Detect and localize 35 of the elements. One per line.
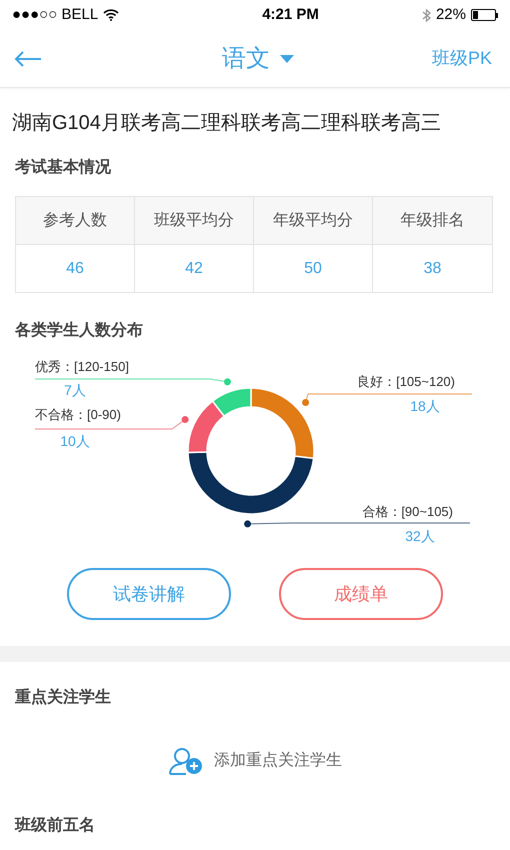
- carrier-text: ●●●○○ BELL: [12, 4, 98, 25]
- add-focus-student-button[interactable]: 添加重点关注学生: [168, 746, 342, 776]
- bluetooth-icon: [422, 8, 431, 22]
- table-cell: 50: [254, 245, 373, 292]
- caret-icon: [280, 54, 294, 62]
- table-header-cell: 年级平均分: [254, 197, 373, 245]
- battery-icon: [471, 9, 498, 21]
- action-button[interactable]: 成绩单: [279, 568, 443, 620]
- section-heading: 重点关注学生: [15, 687, 112, 708]
- table-cell: 46: [16, 245, 135, 292]
- value-label: 32人: [405, 528, 435, 544]
- value-label: 18人: [410, 398, 440, 414]
- class-pk-link[interactable]: 班级PK: [432, 45, 496, 72]
- chart-label: 良好：[105~120): [357, 374, 455, 389]
- exam-title: 湖南G104月联考高二理科联考高二理科联考高三: [12, 111, 442, 136]
- action-button[interactable]: 试卷讲解: [67, 568, 231, 620]
- table-header-cell: 参考人数: [16, 197, 135, 245]
- table-header-cell: 年级排名: [373, 197, 492, 245]
- wifi-icon: [103, 9, 120, 21]
- section-heading: 考试基本情况: [15, 158, 112, 178]
- value-label: 7人: [64, 382, 86, 398]
- table-cell-text: 38: [422, 258, 442, 278]
- value-label: 10人: [60, 433, 90, 449]
- chart-label: 合格：[90~105): [362, 504, 453, 519]
- section-heading: 各类学生人数分布: [15, 320, 144, 341]
- chart-label: 优秀：[120-150]: [35, 359, 129, 374]
- clock-text: 4:21 PM: [262, 4, 319, 25]
- table-cell: 42: [135, 245, 254, 292]
- subject-dropdown[interactable]: 语文: [222, 40, 294, 76]
- table-header-cell: 班级平均分: [135, 197, 254, 245]
- battery-text: 22%: [436, 4, 466, 25]
- back-arrow-icon: [14, 50, 42, 68]
- chart-label: 不合格：[0-90): [35, 407, 121, 422]
- section-heading: 班级前五名: [15, 816, 96, 836]
- add-user-icon: [168, 746, 204, 776]
